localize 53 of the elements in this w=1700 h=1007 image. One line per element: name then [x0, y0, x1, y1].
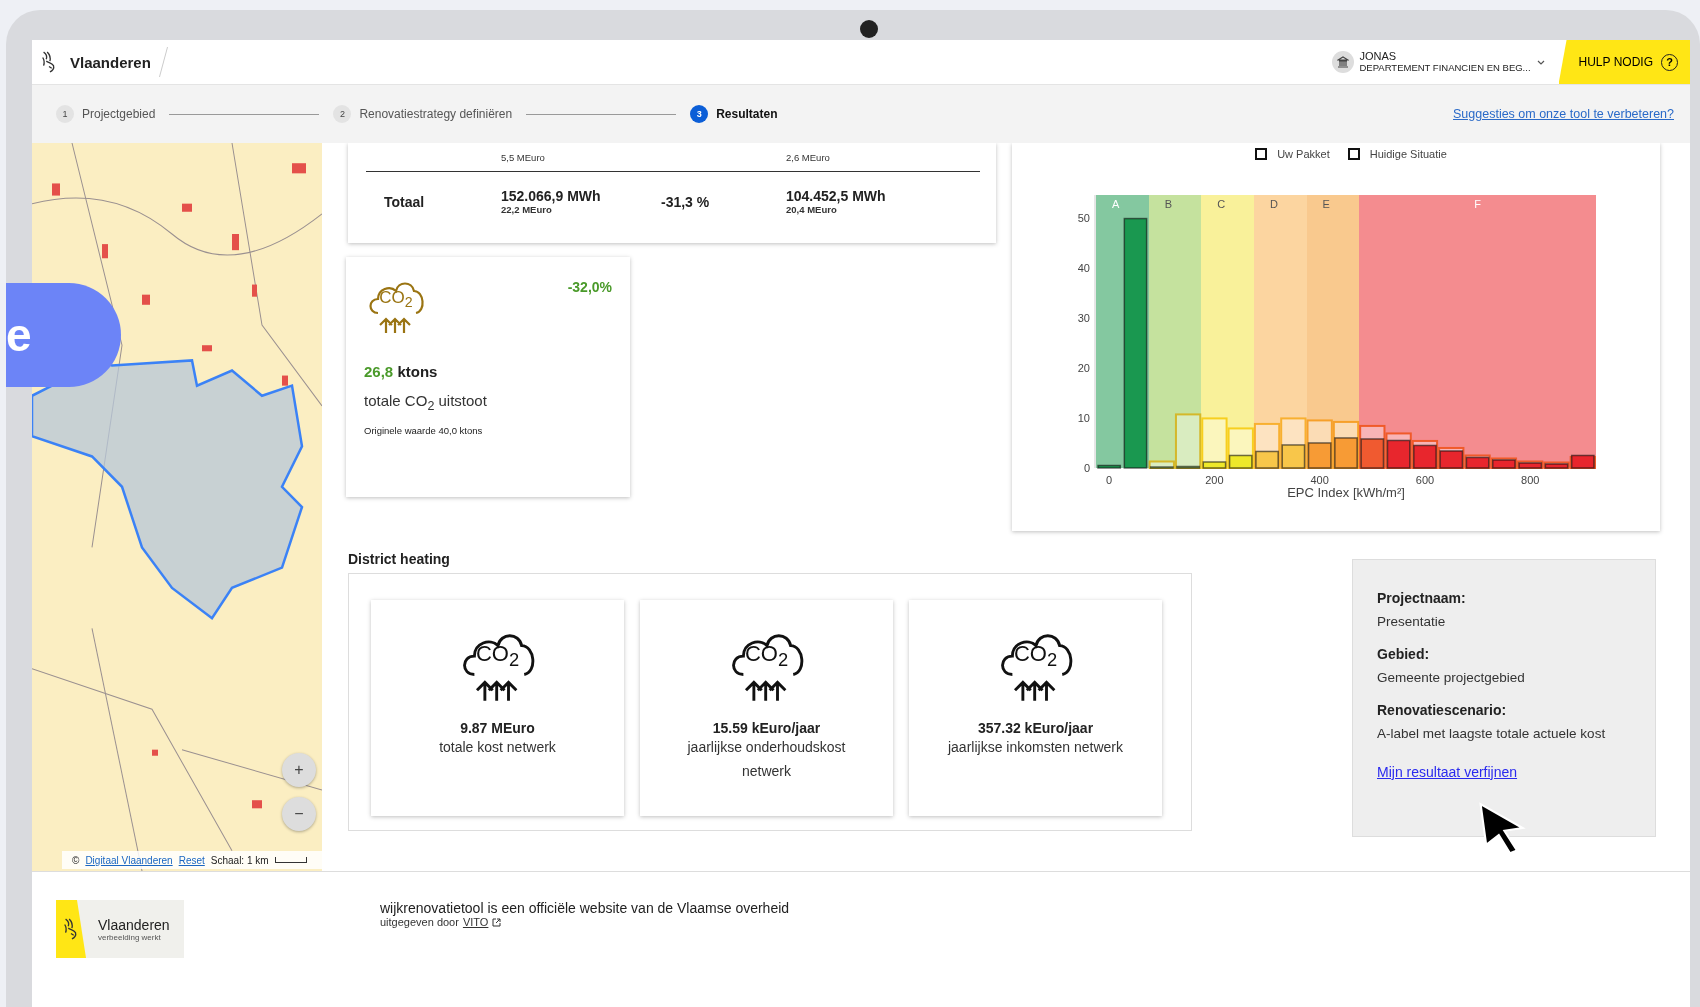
- x-tick-label: 800: [1521, 474, 1540, 485]
- band-label: F: [1474, 197, 1481, 210]
- y-tick-label: 20: [1077, 361, 1090, 374]
- band-label: D: [1269, 197, 1278, 210]
- co2-value: 26,8: [364, 363, 394, 380]
- table-cell-text: Totaal: [383, 193, 426, 210]
- field-label: Renovatiescenario:: [1377, 701, 1508, 718]
- band-label: B: [1164, 197, 1172, 210]
- overlay-badge: e: [6, 283, 121, 387]
- field-value: Presentatie: [1377, 613, 1447, 631]
- card-label: jaarlijkse inkomsten netwerk: [947, 738, 1124, 757]
- publisher-text: uitgegeven door: [380, 916, 459, 928]
- user-name: JONAS: [1359, 51, 1398, 63]
- y-tick-label: 50: [1077, 211, 1090, 224]
- x-tick-label: 0: [1106, 474, 1113, 485]
- y-tick-label: 30: [1077, 311, 1090, 324]
- table-cell-text: 104.452,5 MWh: [786, 188, 887, 204]
- table-cell-text: -31,3 %: [661, 193, 711, 210]
- x-tick-label: 600: [1415, 474, 1435, 485]
- co2-unit: ktons: [397, 363, 438, 380]
- user-department: DEPARTEMENT FINANCIEN EN BEG...: [1359, 62, 1531, 73]
- field-value: A-label met laagste totale actuele kost: [1377, 724, 1607, 743]
- band-label: A: [1112, 197, 1120, 210]
- map-scale: Schaal: 1 km: [210, 854, 269, 866]
- footer-statement: wijkrenovatietool is een officiële website van de Vlaamse overheid: [380, 900, 790, 916]
- card-value: 357.32 kEuro/jaar: [977, 720, 1094, 736]
- original-value: Originele waarde 40,0 ktons: [364, 425, 484, 436]
- logo-tagline: verbeelding werkt: [98, 932, 162, 942]
- table-cell-text: 20,4 MEuro: [786, 204, 838, 215]
- table-cell-text: 2,6 MEuro: [786, 151, 831, 163]
- section-title: District heating: [348, 551, 451, 567]
- copyright-sign: ©: [72, 854, 80, 866]
- band-label: C: [1217, 197, 1226, 210]
- y-tick-label: 40: [1077, 261, 1090, 274]
- x-tick-label: 400: [1310, 474, 1329, 485]
- x-tick-label: 200: [1205, 474, 1224, 485]
- field-value: Gemeente projectgebied: [1377, 668, 1526, 687]
- y-tick-label: 10: [1077, 411, 1090, 424]
- card-label: totale kost netwerk: [439, 738, 556, 757]
- field-label: Projectnaam:: [1377, 590, 1467, 606]
- band-label: E: [1322, 197, 1330, 210]
- card-value: 15.59 kEuro/jaar: [712, 720, 821, 736]
- co2-label: totale CO$_{2}$ uitstoot: [364, 392, 488, 413]
- logo-name: Vlaanderen: [98, 916, 170, 933]
- y-tick-label: 0: [1083, 462, 1090, 474]
- x-axis-title: EPC Index [kWh/m²]: [1287, 485, 1405, 500]
- co2-change: -32,0%: [567, 279, 612, 295]
- table-cell-text: 152.066,9 MWh: [501, 188, 602, 204]
- card-value: 9.87 MEuro: [460, 720, 535, 736]
- field-label: Gebied:: [1377, 645, 1431, 662]
- table-cell-text: 5,5 MEuro: [501, 151, 546, 163]
- card-label: jaarlijkse onderhoudskost netwerk: [686, 738, 847, 781]
- table-cell-text: 22,2 MEuro: [501, 204, 553, 215]
